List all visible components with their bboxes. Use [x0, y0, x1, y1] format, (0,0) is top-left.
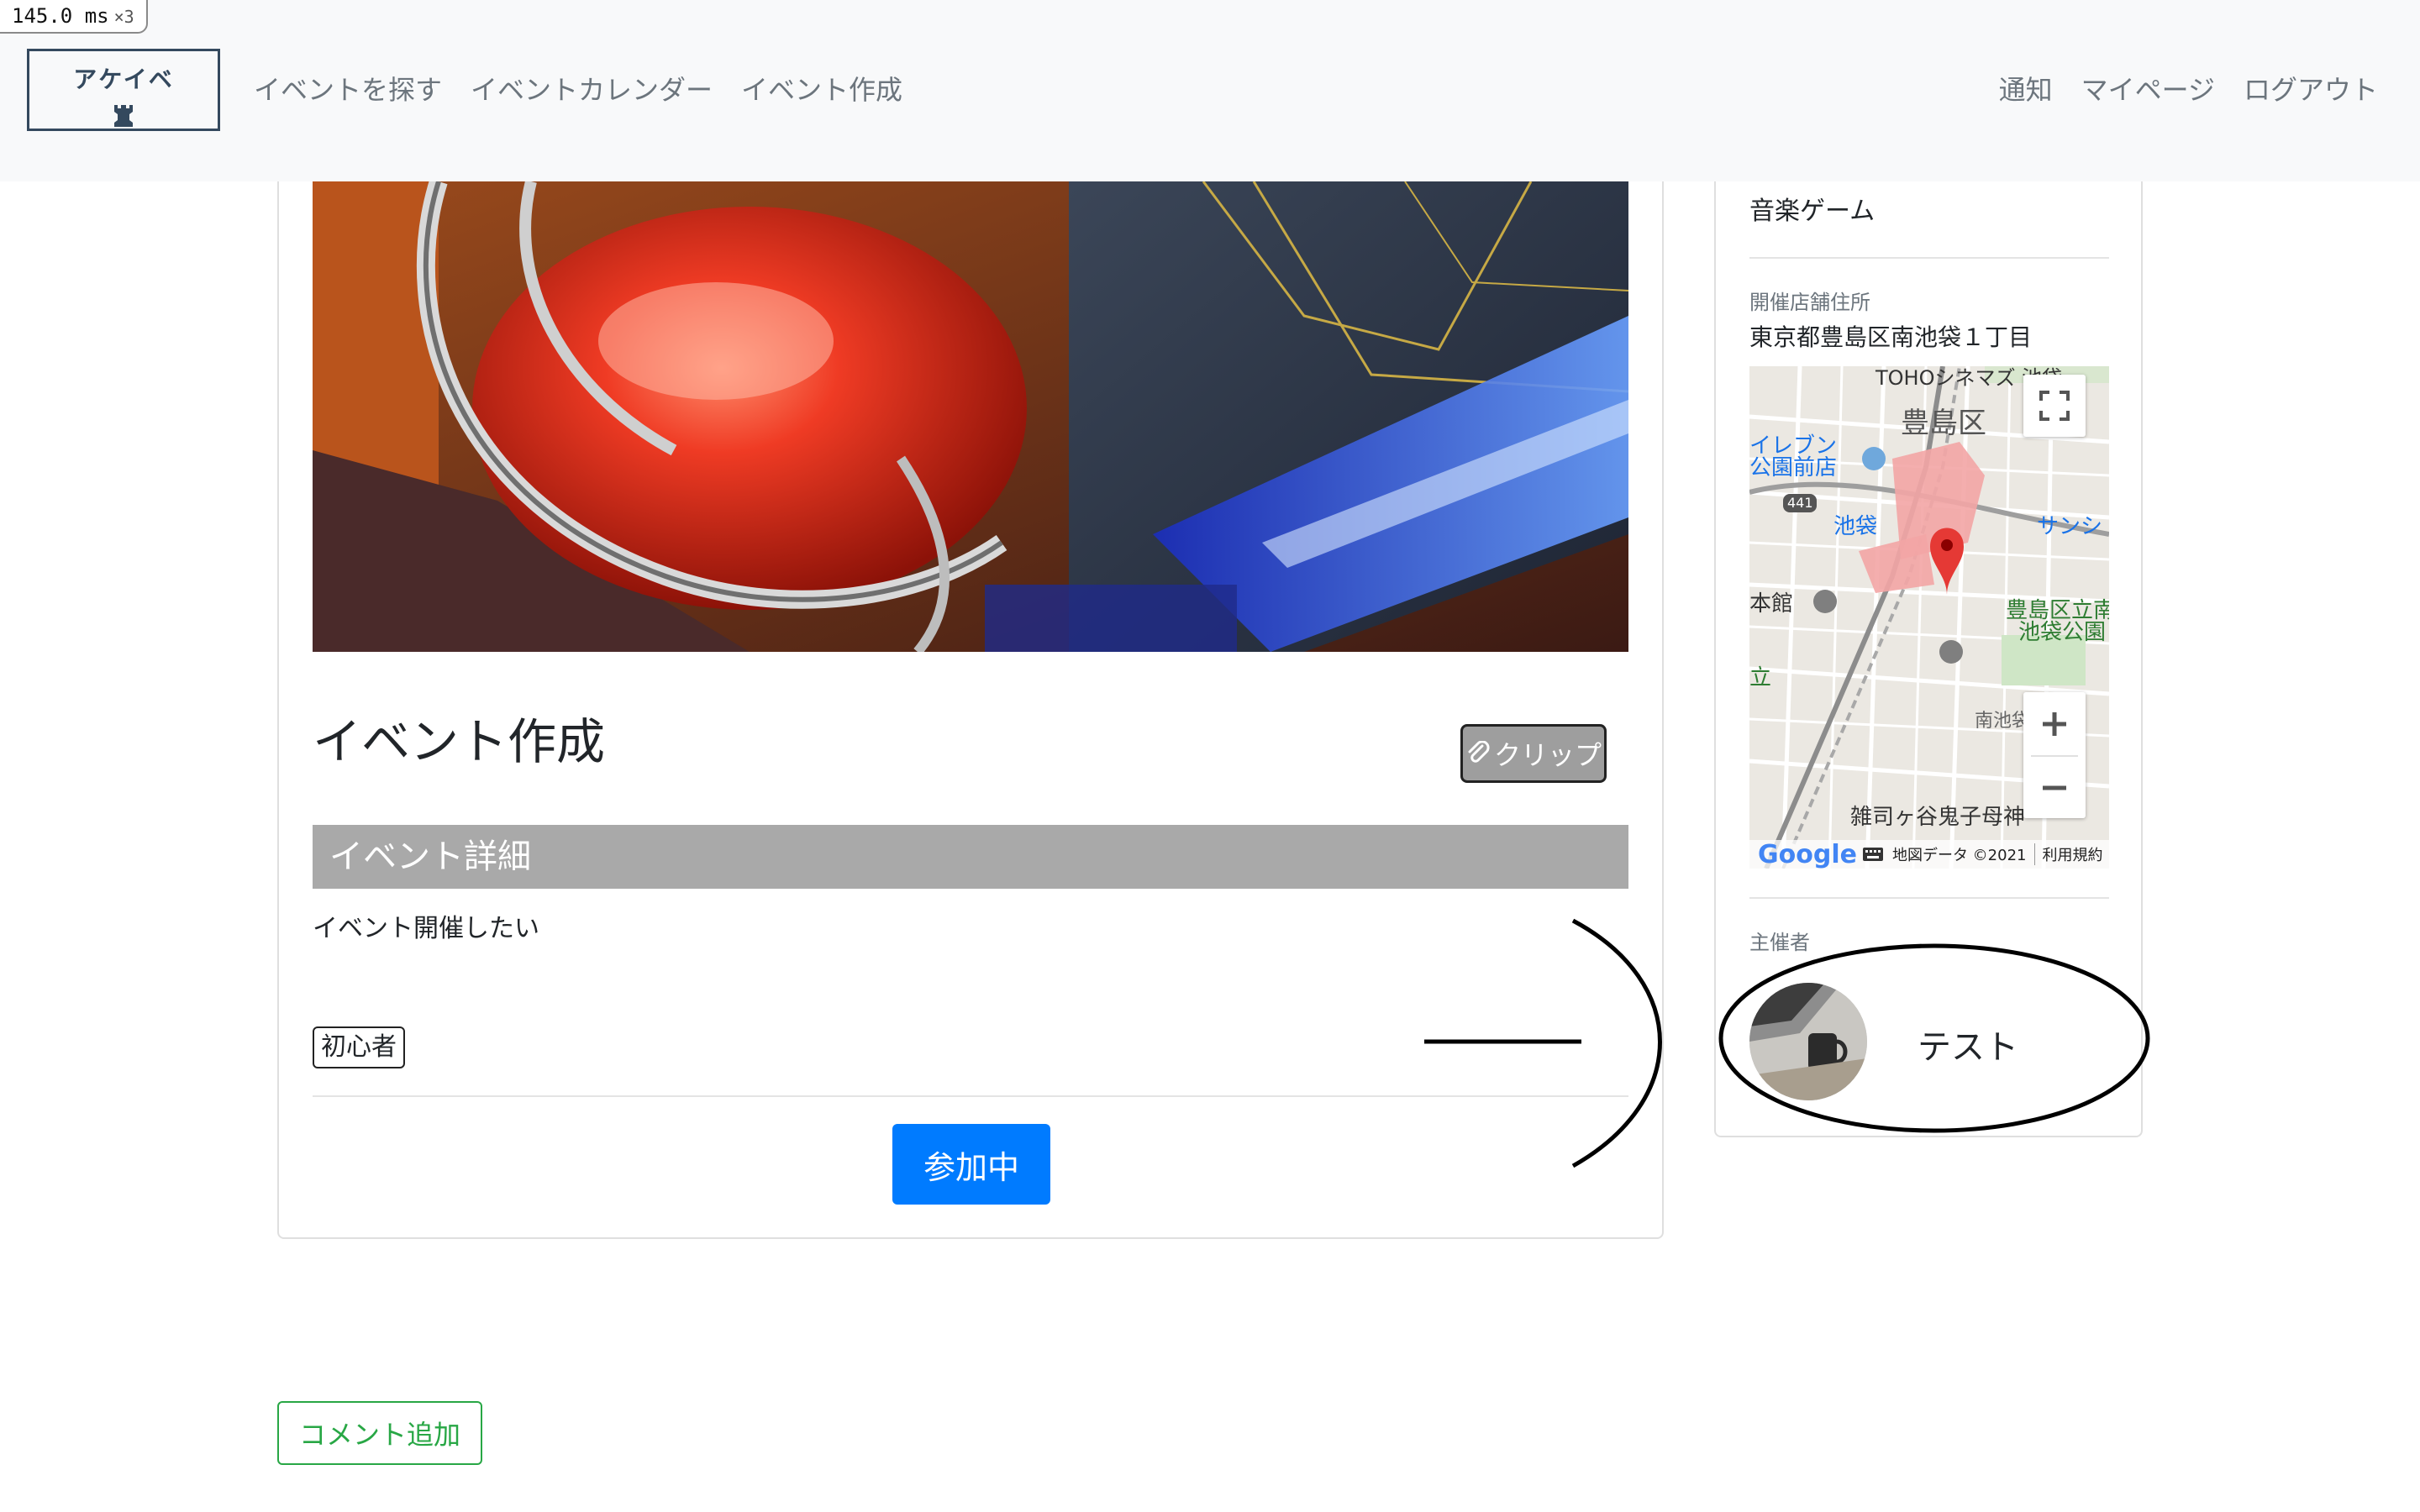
map-label-park-front: 公園前店 — [1749, 455, 1838, 480]
map-fullscreen-button[interactable] — [2023, 375, 2086, 437]
map-label-tate: 立 — [1749, 665, 1772, 690]
event-genre: 音楽ゲーム — [1749, 197, 1876, 226]
shop-address-label: 開催店舗住所 — [1749, 291, 1870, 314]
brand-text: アケイベ — [73, 66, 174, 93]
nav-link-notifications[interactable]: 通知 — [1999, 67, 2053, 113]
google-logo: Google — [1758, 839, 1857, 869]
map-label-route: 441 — [1787, 495, 1813, 511]
paperclip-icon — [1468, 741, 1490, 763]
map-label-sunshine: サンシ — [2037, 514, 2103, 539]
host-name[interactable]: テスト — [1918, 1020, 2018, 1068]
join-button[interactable]: 参加中 — [892, 1124, 1050, 1205]
nav-link-logout[interactable]: ログアウト — [2244, 67, 2378, 113]
nav-link-mypage[interactable]: マイページ — [2081, 67, 2215, 113]
google-map[interactable]: TOHOシネマズ 池袋 豊島区 イレブン 公園前店 441 池袋 サンシ 本館 … — [1749, 366, 2109, 869]
map-label-station: 池袋 — [1833, 514, 1878, 539]
divider — [1749, 257, 2109, 259]
perf-multiplier: ×3 — [113, 7, 134, 27]
map-data-attribution: 地図データ ©2021 — [1891, 847, 2027, 864]
map-footer: Google 地図データ ©2021 利用規約 — [1749, 840, 2109, 869]
event-details-heading: イベント詳細 — [313, 825, 1628, 889]
event-description: イベント開催したい — [313, 914, 539, 943]
map-label-minami: 南池袋 — [1975, 711, 2031, 732]
map-label-zoshigaya: 雑司ヶ谷鬼子母神 — [1850, 805, 2026, 830]
map-zoom-out-button[interactable] — [2023, 757, 2086, 818]
perf-badge: 145.0 ms ×3 — [0, 0, 148, 34]
keyboard-icon[interactable] — [1862, 847, 1884, 862]
nav-link-search-events[interactable]: イベントを探す — [254, 67, 442, 113]
event-tag[interactable]: 初心者 — [313, 1026, 405, 1068]
map-zoom-control — [2023, 692, 2086, 818]
nav-link-event-calendar[interactable]: イベントカレンダー — [471, 67, 713, 113]
fullscreen-icon — [2039, 391, 2070, 421]
navbar: アケイベ イベントを探す イベントカレンダー イベント作成 通知 マイページ ロ… — [0, 0, 2420, 181]
add-comment-button[interactable]: コメント追加 — [277, 1401, 482, 1465]
perf-ms: 145.0 ms — [12, 4, 109, 28]
host-label: 主催者 — [1749, 931, 1810, 954]
plus-icon — [2043, 711, 2066, 736]
nav-link-create-event[interactable]: イベント作成 — [741, 67, 902, 113]
nav-right: 通知 マイページ ログアウト — [1999, 67, 2378, 113]
host-avatar[interactable] — [1749, 983, 1867, 1100]
minus-icon — [2043, 785, 2066, 790]
map-label-honkan: 本館 — [1749, 591, 1794, 617]
map-terms-link[interactable]: 利用規約 — [2034, 843, 2102, 865]
event-title: イベント作成 — [313, 713, 606, 770]
nav-left: イベントを探す イベントカレンダー イベント作成 — [254, 67, 902, 113]
clip-button[interactable]: クリップ — [1460, 724, 1607, 783]
shop-address: 東京都豊島区南池袋１丁目 — [1749, 323, 2033, 351]
event-hero-image — [313, 181, 1628, 652]
map-label-toshima-park-2: 池袋公園 — [2018, 620, 2107, 645]
map-zoom-in-button[interactable] — [2023, 692, 2086, 755]
chess-rook-icon — [114, 105, 133, 127]
divider — [1749, 897, 2109, 899]
clip-button-label: クリップ — [1493, 739, 1602, 771]
map-label-ward: 豊島区 — [1901, 407, 1986, 440]
divider — [313, 1095, 1628, 1097]
brand-logo[interactable]: アケイベ — [27, 49, 220, 131]
